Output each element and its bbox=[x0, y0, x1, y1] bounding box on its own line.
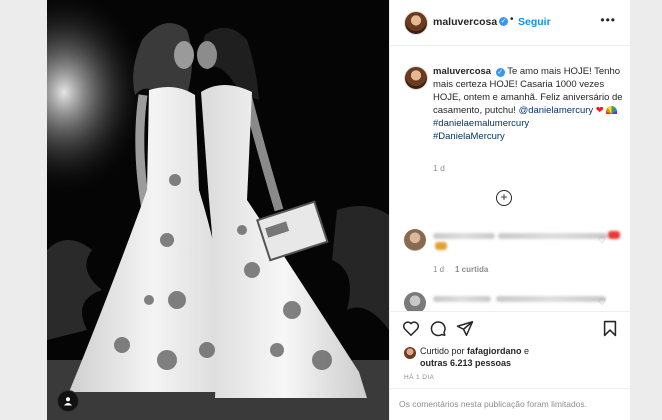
comment-avatar[interactable] bbox=[404, 229, 426, 251]
comment-text-blurred bbox=[498, 233, 608, 239]
hashtag-link[interactable]: #DanielaMercury bbox=[433, 131, 505, 142]
caption-avatar[interactable] bbox=[404, 66, 428, 90]
more-options-icon[interactable]: ••• bbox=[600, 13, 616, 27]
bookmark-icon[interactable] bbox=[602, 320, 618, 337]
instagram-post: maluvercosa ✓ • Seguir ••• maluvercosa ✓… bbox=[47, 0, 630, 420]
caption: maluvercosa ✓ Te amo mais HOJE! Tenho ma… bbox=[433, 65, 623, 143]
comment-emoji-blurred bbox=[608, 231, 620, 239]
caption-username[interactable]: maluvercosa bbox=[433, 66, 491, 77]
likes-count-link[interactable]: outras 6.213 pessoas bbox=[420, 358, 511, 368]
comment-text-blurred bbox=[496, 296, 606, 302]
mention-link[interactable]: @danielamercury bbox=[519, 105, 594, 116]
post-actions: Curtido por fafagiordano e outras 6.213 … bbox=[390, 311, 630, 419]
post-timestamp[interactable]: HÁ 1 DIA bbox=[404, 374, 434, 381]
liked-by-user-link[interactable]: fafagiordano bbox=[467, 346, 522, 356]
like-comment-icon[interactable]: ♡ bbox=[598, 297, 606, 308]
comment-username-blurred bbox=[433, 233, 495, 239]
comment-emoji-blurred bbox=[435, 242, 447, 250]
tag-user-icon[interactable] bbox=[57, 390, 79, 412]
comments-limited-notice: Os comentários nesta publicação foram li… bbox=[390, 388, 630, 420]
avatar[interactable] bbox=[404, 11, 428, 35]
liked-by-text: Curtido por fafagiordano e outras 6.213 … bbox=[420, 346, 530, 368]
verified-icon: ✓ bbox=[495, 68, 505, 77]
comment-timestamp[interactable]: 1 d bbox=[433, 265, 444, 274]
comment-likes[interactable]: 1 curtida bbox=[455, 265, 488, 274]
comment-username-blurred bbox=[433, 296, 491, 302]
caption-timestamp[interactable]: 1 d bbox=[433, 163, 445, 173]
hashtag-link[interactable]: #danielaemalumercury bbox=[433, 118, 529, 129]
post-sidebar: maluvercosa ✓ • Seguir ••• maluvercosa ✓… bbox=[389, 0, 630, 420]
follow-button[interactable]: Seguir bbox=[518, 16, 551, 28]
comment-icon[interactable] bbox=[429, 320, 447, 337]
share-icon[interactable] bbox=[456, 320, 474, 337]
red-heart-emoji: ❤ bbox=[595, 105, 604, 116]
wedding-photo-illustration bbox=[47, 0, 389, 420]
liked-by-avatar[interactable] bbox=[404, 347, 416, 359]
verified-icon: ✓ bbox=[499, 17, 508, 26]
heart-icon[interactable] bbox=[402, 320, 420, 337]
post-photo[interactable] bbox=[47, 0, 389, 420]
header-username[interactable]: maluvercosa bbox=[433, 16, 497, 28]
load-more-comments-icon[interactable]: + bbox=[496, 190, 512, 206]
separator-dot: • bbox=[510, 14, 514, 25]
rainbow-emoji bbox=[606, 106, 618, 114]
like-comment-icon[interactable]: ♡ bbox=[598, 235, 606, 246]
post-header: maluvercosa ✓ • Seguir ••• bbox=[390, 0, 630, 46]
